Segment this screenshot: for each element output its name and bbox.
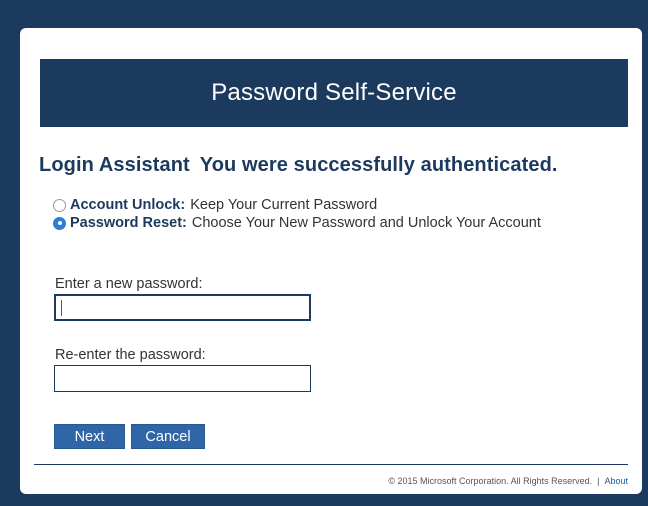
mode-options: Account Unlock: Keep Your Current Passwo… xyxy=(53,196,633,232)
next-button[interactable]: Next xyxy=(54,424,125,449)
heading-status: You were successfully authenticated. xyxy=(199,154,558,176)
option-password-reset[interactable]: Password Reset: Choose Your New Password… xyxy=(53,214,633,232)
banner-title: Password Self-Service xyxy=(211,79,457,106)
main-card: Password Self-Service Login Assistant You… xyxy=(20,28,642,494)
footer: © 2015 Microsoft Corporation. All Rights… xyxy=(388,476,628,486)
new-password-input[interactable] xyxy=(54,294,311,321)
heading-title: Login Assistant xyxy=(39,154,190,176)
copyright-text: © 2015 Microsoft Corporation. All Rights… xyxy=(388,476,593,486)
header-banner: Password Self-Service xyxy=(40,59,628,127)
page-heading: Login Assistant You were successfully aut… xyxy=(39,154,558,177)
footer-divider xyxy=(34,464,628,465)
cancel-button[interactable]: Cancel xyxy=(131,424,205,449)
reenter-password-label: Re-enter the password: xyxy=(55,347,206,363)
radio-checked-icon[interactable] xyxy=(53,216,66,230)
option-account-unlock[interactable]: Account Unlock: Keep Your Current Passwo… xyxy=(53,196,633,214)
option-account-unlock-desc: Keep Your Current Password xyxy=(190,197,378,213)
option-password-reset-name: Password Reset: xyxy=(70,215,187,231)
footer-separator: | xyxy=(597,476,600,486)
radio-unchecked-icon[interactable] xyxy=(53,198,66,212)
new-password-label: Enter a new password: xyxy=(55,276,203,292)
option-password-reset-desc: Choose Your New Password and Unlock Your… xyxy=(191,215,541,231)
reenter-password-input[interactable] xyxy=(54,365,311,392)
about-link[interactable]: About xyxy=(604,476,628,486)
text-caret xyxy=(61,300,62,316)
option-account-unlock-name: Account Unlock: xyxy=(70,197,186,213)
